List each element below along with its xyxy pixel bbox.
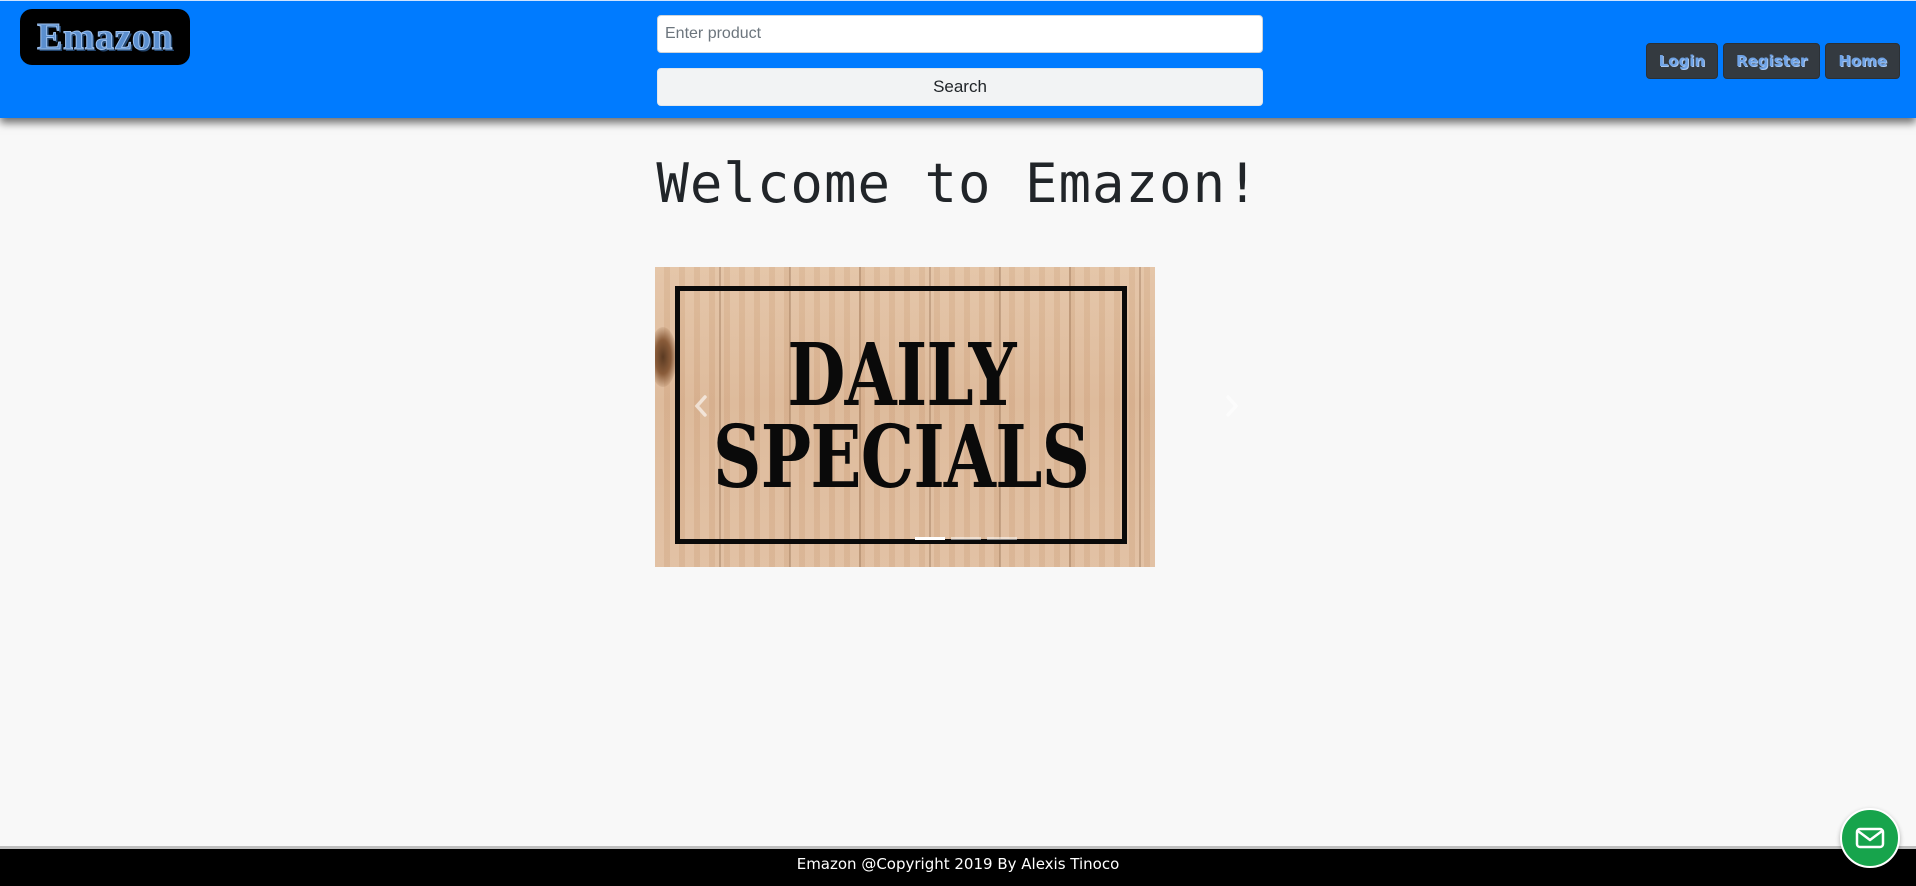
- slide-title-line1: DAILY: [786, 325, 1016, 427]
- search-button[interactable]: Search: [657, 68, 1263, 106]
- carousel-indicators: [915, 537, 1017, 540]
- carousel-indicator-2[interactable]: [951, 537, 981, 540]
- contact-mail-button[interactable]: [1840, 808, 1900, 868]
- home-button[interactable]: Home: [1825, 43, 1900, 79]
- top-navbar: Emazon Search Login Register Home: [0, 0, 1916, 118]
- chevron-right-icon: [1226, 395, 1239, 417]
- carousel-prev-button[interactable]: [689, 395, 713, 419]
- register-button[interactable]: Register: [1723, 43, 1821, 79]
- carousel-indicator-3[interactable]: [987, 537, 1017, 540]
- search-input[interactable]: [657, 15, 1263, 53]
- mail-icon: [1855, 827, 1885, 849]
- page-title: Welcome to Emazon!: [656, 152, 1260, 215]
- carousel-slide: DAILY SPECIALS: [655, 267, 1155, 567]
- carousel-next-button[interactable]: [1220, 395, 1244, 419]
- login-button[interactable]: Login: [1645, 43, 1719, 79]
- wood-knot-decoration: [655, 327, 677, 387]
- slide-banner-text: DAILY SPECIALS: [675, 286, 1127, 544]
- emazon-logo[interactable]: Emazon: [20, 9, 190, 65]
- chevron-left-icon: [694, 395, 707, 417]
- nav-button-group: Login Register Home: [1645, 43, 1900, 79]
- page-footer: Emazon @Copyright 2019 By Alexis Tinoco: [0, 846, 1916, 886]
- carousel-indicator-1[interactable]: [915, 537, 945, 540]
- specials-carousel: DAILY SPECIALS: [655, 267, 1239, 567]
- slide-title-line2: SPECIALS: [712, 407, 1090, 508]
